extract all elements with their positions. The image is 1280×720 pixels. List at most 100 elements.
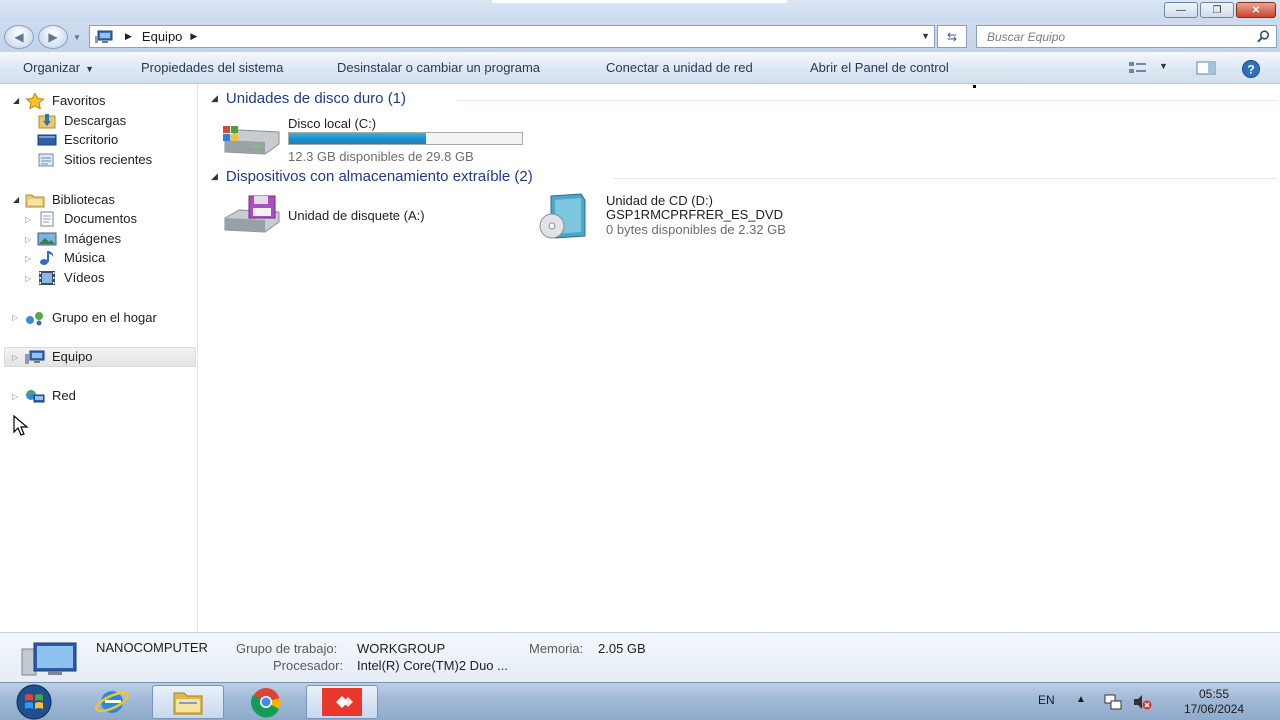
sidebar-item-music[interactable]: Música (37, 248, 105, 267)
address-dropdown-icon[interactable]: ▼ (921, 31, 930, 41)
sidebar-item-images[interactable]: Imágenes (37, 229, 121, 248)
collapse-group-icon[interactable]: ◢ (211, 171, 218, 182)
expand-homegroup-icon[interactable]: ▷ (12, 313, 18, 322)
clock-date: 17/06/2024 (1183, 702, 1245, 716)
documents-icon (40, 211, 54, 226)
organize-menu[interactable]: Organizar ▼ (23, 60, 94, 75)
search-icon[interactable] (1257, 30, 1270, 43)
drive-cd-d[interactable]: Unidad de CD (D:) GSP1RMCPRFRER_ES_DVD 0… (537, 192, 827, 242)
sidebar-label: Favoritos (52, 93, 106, 108)
sidebar-item-network[interactable]: Red (25, 386, 76, 405)
drive-local-c[interactable]: Disco local (C:) 12.3 GB disponibles de … (221, 116, 531, 164)
refresh-button[interactable]: ⇆ (937, 25, 967, 48)
homegroup-icon (26, 311, 43, 325)
breadcrumb-equipo[interactable]: Equipo (142, 29, 182, 44)
address-bar[interactable]: ▶ Equipo ▶ ▼ (89, 25, 935, 48)
preview-pane-icon (1196, 61, 1216, 75)
drive-usage-bar (288, 132, 523, 145)
expand-computer-icon[interactable]: ▷ (12, 353, 18, 362)
system-properties-button[interactable]: Propiedades del sistema (141, 60, 283, 75)
sidebar-item-downloads[interactable]: Descargas (37, 111, 126, 130)
memory-value: 2.05 GB (598, 641, 646, 656)
drive-floppy-a[interactable]: Unidad de disquete (A:) (221, 194, 501, 238)
collapse-group-icon[interactable]: ◢ (211, 93, 218, 104)
mouse-cursor-icon (13, 415, 29, 436)
view-dropdown-icon[interactable]: ▼ (1159, 61, 1168, 71)
drive-free-space: 12.3 GB disponibles de 29.8 GB (288, 149, 474, 164)
internet-explorer-icon (95, 691, 129, 713)
sidebar-item-computer[interactable]: Equipo (25, 347, 92, 366)
video-film-icon (39, 270, 55, 285)
back-button[interactable]: ◀ (4, 25, 34, 49)
computer-large-icon (21, 642, 77, 676)
chevron-down-icon: ▼ (85, 64, 94, 74)
expand-videos-icon[interactable]: ▷ (25, 274, 31, 283)
sidebar-label: Equipo (52, 349, 93, 364)
sidebar-label: Red (52, 388, 76, 403)
sidebar-label: Descargas (64, 113, 127, 128)
chrome-icon (251, 688, 281, 718)
expand-libraries-icon[interactable]: ◢ (13, 195, 19, 204)
drive-usage-fill (289, 133, 426, 144)
sidebar-item-desktop[interactable]: Escritorio (37, 130, 118, 149)
breadcrumb-separator-icon[interactable]: ▶ (125, 31, 132, 42)
taskbar-explorer[interactable] (152, 685, 224, 719)
network-status-icon[interactable] (1103, 693, 1123, 711)
language-indicator[interactable]: EN (1038, 693, 1055, 707)
start-button[interactable] (10, 684, 58, 720)
expand-documents-icon[interactable]: ▷ (25, 215, 31, 224)
expand-images-icon[interactable]: ▷ (25, 235, 31, 244)
sidebar-label: Documentos (64, 211, 137, 226)
open-control-panel-button[interactable]: Abrir el Panel de control (810, 60, 949, 75)
sidebar-label: Bibliotecas (52, 192, 115, 207)
sidebar-label: Vídeos (64, 270, 105, 285)
group-removable-storage[interactable]: ◢ Dispositivos con almacenamiento extraíb… (211, 168, 533, 185)
system-clock[interactable]: 05:55 17/06/2024 (1162, 687, 1266, 717)
sidebar-item-recent-places[interactable]: Sitios recientes (37, 150, 152, 169)
taskbar-chrome[interactable] (230, 685, 302, 719)
processor-label: Procesador: (273, 658, 344, 673)
downloads-folder-icon (38, 113, 56, 128)
forward-button[interactable]: ▶ (38, 25, 68, 49)
breadcrumb-separator-icon[interactable]: ▶ (190, 31, 197, 42)
search-input[interactable] (987, 29, 1247, 44)
command-bar: Organizar ▼ Propiedades del sistema Desin… (0, 52, 1280, 84)
stray-pixel (973, 85, 976, 88)
sidebar-label: Imágenes (64, 231, 122, 246)
hard-drive-icon (223, 126, 280, 155)
taskbar-internet-explorer[interactable] (76, 685, 148, 719)
volume-muted-icon[interactable] (1132, 693, 1152, 711)
maximize-button[interactable]: ❐ (1200, 2, 1234, 18)
sidebar-item-videos[interactable]: Vídeos (37, 268, 104, 287)
libraries-folder-icon (25, 194, 45, 207)
computer-name: NANOCOMPUTER (96, 640, 208, 655)
drive-name: Unidad de CD (D:) (606, 193, 713, 208)
sidebar-item-libraries[interactable]: Bibliotecas (25, 190, 115, 209)
sidebar-item-favorites[interactable]: Favoritos (25, 91, 105, 110)
group-hard-disks[interactable]: ◢ Unidades de disco duro (1) (211, 90, 406, 107)
memory-label: Memoria: (529, 641, 584, 656)
close-button[interactable]: ✕ (1236, 2, 1276, 18)
uninstall-program-button[interactable]: Desinstalar o cambiar un programa (337, 60, 540, 75)
search-box[interactable] (976, 25, 1277, 48)
minimize-button[interactable]: — (1164, 2, 1198, 18)
group-title: Unidades de disco duro (1) (225, 90, 407, 107)
expand-music-icon[interactable]: ▷ (25, 254, 31, 263)
change-view-button[interactable] (1128, 60, 1148, 79)
taskbar-anydesk[interactable] (306, 685, 378, 719)
sidebar-item-homegroup[interactable]: Grupo en el hogar (25, 308, 157, 327)
help-button[interactable]: ? (1241, 60, 1261, 81)
show-hidden-icons-icon[interactable]: ▲ (1076, 694, 1086, 705)
help-icon: ? (1242, 60, 1260, 78)
sidebar-item-documents[interactable]: Documentos (37, 209, 137, 228)
recent-pages-dropdown-icon[interactable]: ▼ (73, 33, 81, 42)
expand-favorites-icon[interactable]: ◢ (13, 96, 19, 105)
computer-icon (95, 30, 117, 44)
star-icon (25, 92, 45, 109)
preview-pane-button[interactable] (1196, 60, 1216, 79)
desktop-icon (37, 134, 57, 145)
sidebar-label: Grupo en el hogar (52, 310, 157, 325)
expand-network-icon[interactable]: ▷ (12, 392, 18, 401)
floppy-drive-icon (224, 195, 280, 233)
map-network-drive-button[interactable]: Conectar a unidad de red (606, 60, 753, 75)
